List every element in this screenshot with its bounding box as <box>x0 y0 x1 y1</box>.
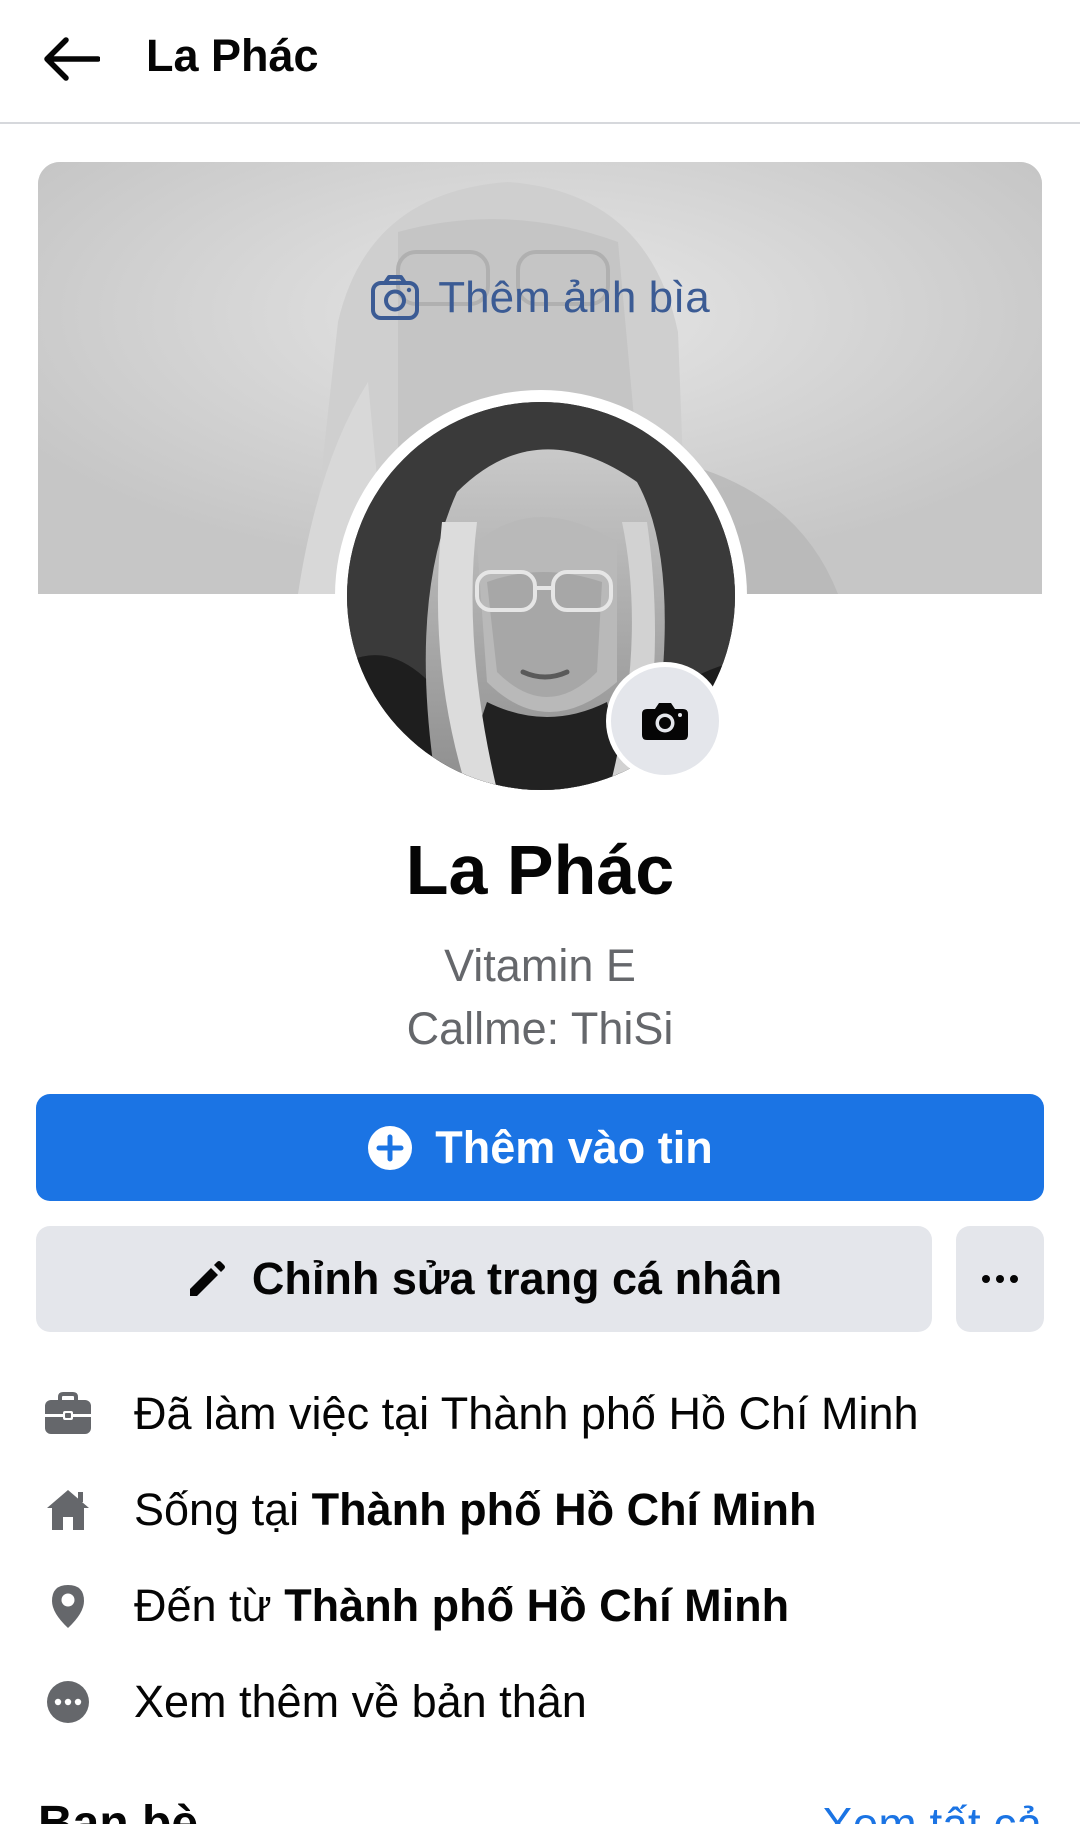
detail-from-prefix: Đến từ <box>134 1580 285 1631</box>
detail-work: Đã làm việc tại Thành phố Hồ Chí Minh <box>36 1366 1044 1462</box>
detail-lives-place[interactable]: Thành phố Hồ Chí Minh <box>312 1484 817 1535</box>
see-all-friends-link[interactable]: Xem tất cả <box>822 1796 1042 1824</box>
bio-line: Vitamin E <box>444 940 636 991</box>
arrow-left-icon <box>44 37 100 81</box>
back-button[interactable] <box>38 26 104 92</box>
add-cover-button[interactable]: Thêm ảnh bìa <box>38 272 1042 324</box>
see-more-about-text: Xem thêm về bản thân <box>134 1676 587 1727</box>
add-to-story-button[interactable]: Thêm vào tin <box>36 1094 1044 1201</box>
detail-work-text: Đã làm việc tại Thành phố Hồ Chí Minh <box>134 1388 919 1439</box>
camera-icon <box>642 703 688 740</box>
location-pin-icon <box>52 1585 84 1628</box>
detail-lives: Sống tại Thành phố Hồ Chí Minh <box>36 1462 1044 1558</box>
bio-line: Callme: ThiSi <box>406 1003 674 1054</box>
edit-profile-label: Chỉnh sửa trang cá nhân <box>251 1253 783 1304</box>
profile-name: La Phác <box>405 831 675 909</box>
pencil-icon <box>189 1261 225 1296</box>
add-to-story-label: Thêm vào tin <box>435 1121 713 1173</box>
detail-from-place[interactable]: Thành phố Hồ Chí Minh <box>284 1580 789 1631</box>
update-avatar-button[interactable] <box>606 662 724 780</box>
edit-profile-button[interactable]: Chỉnh sửa trang cá nhân <box>36 1226 932 1332</box>
top-bar: La Phác <box>0 0 1080 124</box>
home-icon <box>47 1490 89 1530</box>
profile-bio: Vitamin E Callme: ThiSi <box>0 934 1080 1060</box>
more-options-button[interactable] <box>956 1226 1044 1332</box>
detail-lives-prefix: Sống tại <box>134 1484 312 1535</box>
more-dots-icon <box>982 1275 1018 1283</box>
plus-circle-icon <box>368 1125 413 1170</box>
profile-details: Đã làm việc tại Thành phố Hồ Chí Minh Số… <box>36 1366 1044 1750</box>
friends-title: Bạn bè <box>38 1797 199 1824</box>
more-circle-icon <box>47 1681 89 1723</box>
camera-outline-icon <box>371 275 420 320</box>
detail-see-more[interactable]: Xem thêm về bản thân <box>36 1654 1044 1750</box>
friends-section-header: Bạn bè Xem tất cả <box>38 1796 1042 1824</box>
briefcase-icon <box>45 1392 91 1434</box>
detail-from: Đến từ Thành phố Hồ Chí Minh <box>36 1558 1044 1654</box>
page-title: La Phác <box>146 30 319 81</box>
add-cover-label: Thêm ảnh bìa <box>438 273 710 322</box>
